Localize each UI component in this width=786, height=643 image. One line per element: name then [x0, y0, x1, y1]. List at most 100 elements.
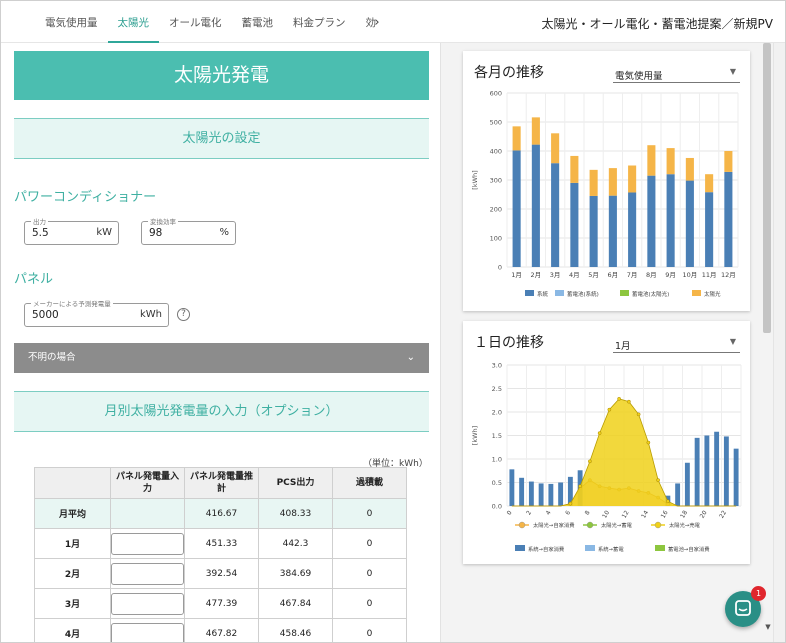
x-tick-label: 0: [506, 509, 514, 516]
bar-系統→自家消費: [548, 483, 554, 506]
panel-input-cell: [110, 528, 185, 559]
scroll-down-arrow-icon[interactable]: ▼: [763, 623, 773, 631]
overload-cell: 0: [332, 498, 407, 529]
panel-heading: パネル: [14, 272, 54, 287]
legend-label: 系統→蓄電: [598, 545, 624, 553]
bar-太陽光: [724, 151, 733, 172]
scrollbar-track[interactable]: [773, 43, 785, 642]
solar-form-panel: 太陽光発電 太陽光の設定 パワーコンディショナー 出力 5.5 kW 変換効率 …: [1, 43, 441, 642]
bar-太陽光: [512, 126, 521, 151]
x-tick-label: 7月: [627, 271, 638, 279]
tab-usage[interactable]: 電気使用量: [35, 1, 108, 43]
data-point: [568, 501, 573, 506]
bar-太陽光: [608, 168, 617, 196]
overload-cell: 0: [332, 588, 407, 619]
efficiency-field[interactable]: 変換効率 98 %: [141, 216, 236, 245]
row-label: 月平均: [34, 498, 111, 529]
output-unit: kW: [96, 227, 112, 238]
data-point: [578, 484, 582, 489]
pcs-cell: 467.84: [258, 588, 333, 619]
bar-系統: [628, 192, 637, 267]
legend-marker: [654, 521, 662, 529]
estimate-cell: 467.82: [184, 618, 259, 642]
y-tick-label: 2.0: [492, 409, 502, 417]
bar-系統: [705, 192, 714, 267]
tab-battery[interactable]: 蓄電池: [232, 1, 284, 43]
table-header: 過積載: [332, 467, 407, 499]
estimate-cell: 451.33: [184, 528, 259, 559]
panel-input[interactable]: [111, 532, 184, 555]
bar-太陽光: [647, 145, 656, 176]
legend-swatch: [585, 545, 595, 551]
x-tick-label: 9月: [665, 271, 676, 279]
legend-swatch: [692, 290, 701, 296]
chevron-right-icon[interactable]: ›: [369, 1, 385, 43]
bar-太陽光: [551, 133, 560, 164]
y-tick-label: 0: [498, 264, 502, 272]
overload-cell: 0: [332, 618, 407, 642]
x-tick-label: 22: [718, 509, 728, 519]
tab-all-electric[interactable]: オール電化: [159, 1, 232, 43]
x-tick-label: 8: [584, 509, 592, 516]
efficiency-value: 98: [149, 227, 163, 239]
output-field[interactable]: 出力 5.5 kW: [24, 216, 119, 245]
accordion-label: 不明の場合: [28, 352, 76, 363]
panel-input-cell: [110, 588, 185, 619]
pcs-cell: 408.33: [258, 498, 333, 529]
bar-系統→自家消費: [704, 435, 710, 506]
bar-系統: [531, 144, 540, 267]
panel-input[interactable]: [111, 592, 184, 615]
row-label: 1月: [34, 528, 111, 559]
legend-label: 系統: [537, 290, 549, 298]
table-header: PCS出力: [258, 467, 333, 499]
bar-系統: [666, 174, 675, 267]
bar-系統→自家消費: [558, 482, 564, 506]
tab-price-plan[interactable]: 料金プラン: [283, 1, 356, 43]
overload-cell: 0: [332, 558, 407, 589]
row-label: 3月: [34, 588, 111, 619]
pcs-heading: パワーコンディショナー: [14, 190, 157, 205]
y-tick-label: 100: [490, 235, 502, 243]
panel-input[interactable]: [111, 562, 184, 585]
maker-forecast-field[interactable]: メーカーによる予測発電量 5000 kWh: [24, 298, 169, 327]
table-header: [34, 467, 111, 499]
panel-input-cell: [110, 618, 185, 642]
maker-forecast-value: 5000: [32, 309, 59, 321]
bar-系統: [570, 182, 579, 267]
tab-solar[interactable]: 太陽光: [107, 1, 159, 43]
legend-label: 太陽光: [704, 290, 721, 298]
x-tick-label: 18: [679, 509, 689, 519]
bar-系統→自家消費: [723, 436, 729, 506]
x-tick-label: 20: [699, 509, 709, 519]
unknown-case-accordion[interactable]: 不明の場合 ⌄: [14, 343, 429, 373]
maker-forecast-unit: kWh: [139, 309, 162, 320]
data-point: [588, 459, 592, 464]
data-point: [646, 440, 651, 445]
estimate-cell: 392.54: [184, 558, 259, 589]
bar-系統→自家消費: [714, 431, 720, 506]
scrollbar-thumb[interactable]: [763, 43, 771, 333]
x-tick-label: 12月: [721, 271, 736, 279]
data-point: [666, 499, 670, 504]
data-point: [617, 396, 621, 401]
table-row: 4月 467.82 458.46 0: [34, 618, 407, 642]
bar-系統→自家消費: [528, 481, 534, 506]
panel-input[interactable]: [111, 622, 184, 642]
y-tick-label: 1.5: [492, 432, 502, 440]
output-label: 出力: [31, 216, 48, 226]
help-icon[interactable]: ?: [177, 308, 190, 321]
table-header: パネル発電量入力: [110, 467, 185, 499]
bar-系統→自家消費: [509, 469, 515, 506]
legend-marker: [586, 521, 594, 529]
table-row: 1月 451.33 442.3 0: [34, 528, 407, 559]
row-label: 4月: [34, 618, 111, 642]
table-header-row: パネル発電量入力 パネル発電量推計 PCS出力 過積載: [34, 467, 407, 499]
notification-badge: 1: [751, 586, 766, 601]
bar-太陽光: [589, 169, 598, 196]
page-title: 太陽光・オール電化・蓄電池提案／新規PV: [541, 17, 773, 31]
legend-label: 蓄電池(系統): [567, 290, 599, 298]
x-tick-label: 12: [621, 509, 631, 519]
table-row: 月平均 416.67 408.33 0: [34, 498, 407, 529]
bar-系統→自家消費: [684, 462, 690, 506]
legend-label: 系統→自家消費: [528, 545, 564, 553]
